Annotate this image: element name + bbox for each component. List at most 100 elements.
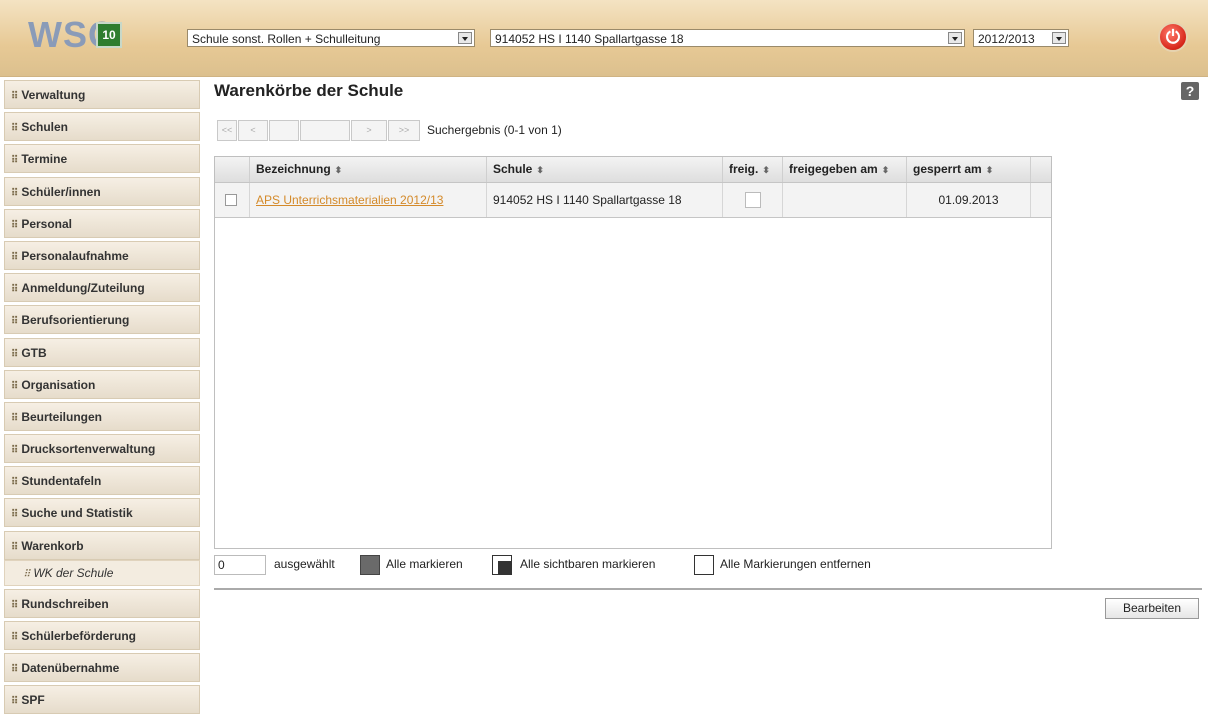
- sidebar-item-label: SPF: [21, 693, 45, 708]
- edit-button[interactable]: Bearbeiten: [1105, 598, 1199, 619]
- clear-marks-button[interactable]: Alle Markierungen entfernen: [720, 557, 871, 571]
- sidebar-item-berufsorientierung[interactable]: ⠿ Berufsorientierung: [4, 305, 200, 335]
- header-schule[interactable]: Schule ⬍: [487, 157, 723, 182]
- sidebar-item-label: Verwaltung: [21, 88, 86, 102]
- sidebar-item-label: GTB: [21, 345, 47, 360]
- chevron-down-icon[interactable]: [948, 32, 962, 44]
- mark-visible-button[interactable]: Alle sichtbaren markieren: [520, 557, 655, 571]
- role-select-value: Schule sonst. Rollen + Schulleitung: [192, 32, 381, 46]
- cell-gesperrt-am: 01.09.2013: [907, 183, 1031, 217]
- school-select[interactable]: 914052 HS I 1140 Spallartgasse 18: [490, 29, 965, 47]
- sidebar-item-anmeldung-zuteilung[interactable]: ⠿ Anmeldung/Zuteilung: [4, 273, 200, 303]
- sidebar-item-label: Personalaufnahme: [21, 248, 129, 263]
- row-checkbox[interactable]: [225, 194, 237, 206]
- header-freigegeben-am[interactable]: freigegeben am ⬍: [783, 157, 907, 182]
- top-bar: WSO 10 Schule sonst. Rollen + Schulleitu…: [0, 0, 1208, 77]
- sidebar-item-label: Stundentafeln: [21, 474, 102, 489]
- last-page-button[interactable]: >>: [388, 120, 420, 141]
- sort-icon[interactable]: ⬍: [986, 165, 994, 175]
- logout-power-icon[interactable]: ⏻: [1158, 22, 1188, 52]
- sort-icon[interactable]: ⬍: [882, 165, 890, 175]
- sidebar-item-label: Schüler/innen: [21, 184, 101, 199]
- sidebar-item-schulen[interactable]: ⠿ Schulen: [4, 112, 200, 142]
- wso-logo: WSO 10: [14, 14, 166, 64]
- grip-icon: ⠿: [11, 187, 19, 199]
- cell-schule: 914052 HS I 1140 Spallartgasse 18: [487, 183, 723, 217]
- sidebar-item-label: Schülerbeförderung: [21, 629, 137, 643]
- mark-all-button[interactable]: Alle markieren: [386, 557, 463, 571]
- cell-bezeichnung: APS Unterrichsmaterialien 2012/13: [250, 183, 487, 217]
- next-page-button[interactable]: >: [351, 120, 387, 141]
- sidebar-item-beurteilungen[interactable]: ⠿ Beurteilungen: [4, 401, 200, 431]
- grip-icon: ⠿: [11, 219, 19, 231]
- mark-all-icon[interactable]: [360, 555, 380, 575]
- sidebar-item-label: Beurteilungen: [21, 409, 102, 424]
- header-gesperrt-am[interactable]: gesperrt am ⬍: [907, 157, 1031, 182]
- sidebar-item-datenübernahme[interactable]: ⠿ Datenübernahme: [4, 653, 200, 683]
- grip-icon: ⠿: [11, 445, 19, 457]
- sidebar-nav: ⠿ Verwaltung ⠿ Schulen ⠿ Termine ⠿ Schüler/inne…: [4, 80, 200, 718]
- grip-icon: ⠿: [11, 348, 19, 360]
- grip-icon: ⠿: [11, 541, 19, 553]
- row-select-cell: [215, 183, 250, 217]
- divider: [214, 588, 1202, 590]
- sidebar-item-label: Drucksortenverwaltung: [21, 442, 156, 457]
- sidebar-item-personal[interactable]: ⠿ Personal: [4, 208, 200, 238]
- pager-blank-1: [269, 120, 299, 141]
- sort-icon[interactable]: ⬍: [762, 165, 770, 175]
- page-title: Warenkörbe der Schule: [214, 81, 404, 100]
- sidebar-item-rundschreiben[interactable]: ⠿ Rundschreiben: [4, 588, 200, 618]
- sidebar-item-termine[interactable]: ⠿ Termine: [4, 144, 200, 174]
- grip-icon: ⠿: [11, 155, 19, 167]
- help-icon[interactable]: ?: [1181, 82, 1199, 100]
- grip-icon: ⠿: [11, 380, 19, 392]
- chevron-down-icon[interactable]: [1052, 32, 1066, 44]
- grip-icon: ⠿: [11, 664, 19, 676]
- grip-icon: ⠿: [11, 477, 19, 489]
- table-row: APS Unterrichsmaterialien 2012/13 914052…: [215, 183, 1051, 218]
- chevron-down-icon[interactable]: [458, 32, 472, 44]
- sort-icon[interactable]: ⬍: [335, 165, 343, 175]
- sidebar-item-schüler-innen[interactable]: ⠿ Schüler/innen: [4, 176, 200, 206]
- selected-count-field: 0: [214, 555, 266, 575]
- selected-label: ausgewählt: [274, 557, 335, 571]
- warenkorb-link[interactable]: APS Unterrichsmaterialien 2012/13: [256, 193, 443, 207]
- school-select-value: 914052 HS I 1140 Spallartgasse 18: [495, 32, 684, 46]
- sidebar-item-label: Berufsorientierung: [21, 313, 130, 328]
- grip-icon: ⠿: [11, 696, 19, 708]
- sidebar-item-drucksortenverwaltung[interactable]: ⠿ Drucksortenverwaltung: [4, 434, 200, 464]
- results-table: Bezeichnung ⬍ Schule ⬍ freig. ⬍ freigegeben…: [214, 156, 1052, 549]
- grip-icon: ⠿: [11, 599, 19, 611]
- sidebar-item-organisation[interactable]: ⠿ Organisation: [4, 369, 200, 399]
- year-select[interactable]: 2012/2013: [973, 29, 1069, 47]
- first-page-button[interactable]: <<: [217, 120, 237, 141]
- cell-freig: [723, 183, 783, 217]
- cell-freigegeben-am: [783, 183, 907, 217]
- freig-checkbox[interactable]: [745, 192, 761, 208]
- sidebar-subitem-wk-der-schule[interactable]: ⠿ WK der Schule: [4, 559, 200, 586]
- sidebar-item-label: Suche und Statistik: [21, 506, 133, 521]
- mark-visible-icon[interactable]: [492, 555, 512, 575]
- sidebar-item-gtb[interactable]: ⠿ GTB: [4, 337, 200, 367]
- sidebar-item-spf[interactable]: ⠿ SPF: [4, 685, 200, 715]
- grip-icon: ⠿: [11, 251, 19, 263]
- header-freig[interactable]: freig. ⬍: [723, 157, 783, 182]
- grip-icon: ⠿: [11, 412, 19, 424]
- prev-page-button[interactable]: <: [238, 120, 268, 141]
- sidebar-item-personalaufnahme[interactable]: ⠿ Personalaufnahme: [4, 240, 200, 270]
- sidebar-item-stundentafeln[interactable]: ⠿ Stundentafeln: [4, 466, 200, 496]
- header-bezeichnung[interactable]: Bezeichnung ⬍: [250, 157, 487, 182]
- sidebar-item-label: Personal: [21, 216, 73, 231]
- header-select-col: [215, 157, 250, 182]
- grip-icon: ⠿: [11, 91, 19, 102]
- cell-extra: [1031, 183, 1051, 217]
- sidebar-item-schülerbeförderung[interactable]: ⠿ Schülerbeförderung: [4, 621, 200, 650]
- clear-marks-icon[interactable]: [694, 555, 714, 575]
- sidebar-item-verwaltung[interactable]: ⠿ Verwaltung: [4, 80, 200, 109]
- role-select[interactable]: Schule sonst. Rollen + Schulleitung: [187, 29, 475, 47]
- sidebar-item-suche-und-statistik[interactable]: ⠿ Suche und Statistik: [4, 498, 200, 528]
- sort-icon[interactable]: ⬍: [536, 165, 544, 175]
- grip-icon: ⠿: [11, 284, 19, 296]
- sidebar-item-warenkorb[interactable]: ⠿ Warenkorb: [4, 530, 200, 560]
- sidebar-item-label: Termine: [21, 152, 68, 167]
